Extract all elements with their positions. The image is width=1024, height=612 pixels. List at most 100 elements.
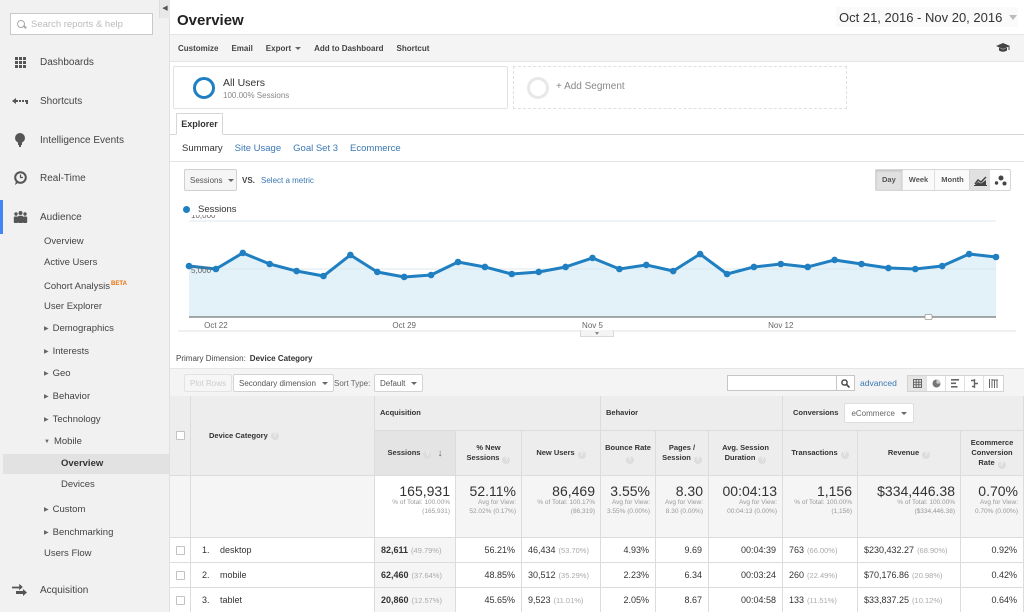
secondary-dimension-select[interactable]: Secondary dimension	[233, 374, 334, 392]
help-icon[interactable]: ?	[577, 450, 586, 459]
row-dimension-link[interactable]: tablet	[220, 595, 242, 605]
sidebar-subitem-mobile[interactable]: ▼ Mobile	[44, 435, 82, 449]
period-month-button[interactable]: Month	[935, 170, 970, 190]
column-header-label: Revenue?	[888, 448, 931, 459]
metric-select[interactable]: Sessions	[184, 169, 237, 191]
customize-button[interactable]: Customize	[178, 44, 218, 53]
sort-type-select[interactable]: Default	[374, 374, 424, 392]
select-metric-link[interactable]: Select a metric	[261, 176, 314, 185]
col-new-sessions-header[interactable]: % New Sessions?	[456, 431, 522, 476]
sidebar-subitem-user-explorer[interactable]: User Explorer	[44, 300, 102, 314]
lightbulb-icon	[0, 133, 40, 147]
help-icon[interactable]: ?	[758, 455, 767, 464]
col-bounce-rate-header[interactable]: Bounce Rate?	[601, 431, 656, 476]
add-to-dashboard-button[interactable]: Add to Dashboard	[314, 44, 383, 53]
help-icon[interactable]: ?	[922, 450, 931, 459]
table-search-input[interactable]	[728, 376, 836, 390]
sidebar-subitem-technology[interactable]: ▶ Technology	[44, 413, 101, 427]
sidebar-item-real-time[interactable]: Real-Time	[0, 167, 170, 189]
totals-cell	[170, 476, 191, 538]
sidebar-subitem-active-users[interactable]: Active Users	[44, 256, 97, 270]
shortcut-button[interactable]: Shortcut	[396, 44, 429, 53]
col-transactions-header[interactable]: Transactions?	[783, 431, 858, 476]
help-icon[interactable]: ?	[693, 455, 702, 464]
search-reports-input[interactable]	[31, 18, 146, 30]
pie-view-icon[interactable]	[927, 376, 946, 391]
totals-cell	[191, 476, 375, 538]
subitem-label: Active Users	[44, 257, 98, 268]
sidebar-item-acquisition[interactable]: Acquisition	[0, 579, 170, 601]
col-sessions-cell: 82,611 (49.79%)	[375, 538, 456, 563]
col-avg-session-duration-header[interactable]: Avg. Session Duration?	[709, 431, 783, 476]
col-sessions-header[interactable]: Sessions? ↓	[375, 431, 456, 476]
add-segment-button[interactable]: + Add Segment	[513, 66, 847, 109]
sidebar-item-audience[interactable]: Audience	[0, 200, 170, 234]
line-chart-icon[interactable]	[970, 170, 990, 190]
date-range-picker[interactable]: Oct 21, 2016 - Nov 20, 2016	[836, 7, 1018, 27]
help-icon[interactable]: ?	[423, 450, 432, 459]
performance-view-icon[interactable]	[946, 376, 965, 391]
sidebar-subitem-mobile-overview[interactable]: Overview	[61, 457, 103, 471]
advanced-filter-link[interactable]: advanced	[860, 378, 897, 388]
sidebar-subitem-mobile-devices[interactable]: Devices	[61, 478, 95, 492]
subtab-site-usage[interactable]: Site Usage	[235, 143, 281, 154]
search-icon[interactable]	[836, 376, 854, 390]
sidebar-subitem-custom[interactable]: ▶ Custom	[44, 503, 85, 517]
chart-resize-handle[interactable]	[580, 330, 614, 337]
sidebar-subitem-geo[interactable]: ▶ Geo	[44, 367, 71, 381]
pivot-view-icon[interactable]	[984, 376, 1003, 391]
plot-rows-button[interactable]: Plot Rows	[184, 374, 233, 392]
conversions-select[interactable]: eCommerce	[844, 403, 915, 423]
select-all-checkbox[interactable]	[175, 431, 185, 440]
sidebar-item-dashboards[interactable]: Dashboards	[0, 51, 170, 73]
help-icon[interactable]: ?	[270, 431, 279, 440]
data-point-nov-5	[589, 254, 596, 262]
help-icon[interactable]: ?	[625, 455, 634, 464]
subtab-summary[interactable]: Summary	[182, 143, 223, 154]
tab-explorer[interactable]: Explorer	[176, 113, 223, 135]
col-revenue-header[interactable]: Revenue?	[858, 431, 961, 476]
row-dimension-link[interactable]: desktop	[220, 545, 252, 555]
row-checkbox[interactable]	[175, 570, 185, 580]
sidebar-item-intelligence-events[interactable]: Intelligence Events	[0, 129, 170, 151]
segment-all-users[interactable]: All Users 100.00% Sessions	[173, 66, 508, 109]
primary-dimension-value[interactable]: Device Category	[250, 354, 313, 363]
sidebar-subitem-behavior[interactable]: ▶ Behavior	[44, 390, 90, 404]
row-checkbox[interactable]	[175, 595, 185, 605]
sidebar-subitem-cohort-analysis[interactable]: Cohort AnalysisBETA	[44, 277, 127, 292]
table-row[interactable]: 2. mobile 62,460 (37.64%) 48.85% 30,512 (35.29…	[170, 563, 1024, 588]
sidebar-subitem-overview[interactable]: Overview	[44, 235, 84, 249]
export-button[interactable]: Export	[266, 44, 302, 53]
help-icon[interactable]: ?	[502, 455, 511, 464]
col-new-users-header[interactable]: New Users?	[522, 431, 601, 476]
sidebar-subitem-benchmarking[interactable]: ▶ Benchmarking	[44, 526, 113, 540]
email-button[interactable]: Email	[231, 44, 252, 53]
col-pages-session-header[interactable]: Pages / Session?	[656, 431, 709, 476]
period-week-button[interactable]: Week	[903, 170, 936, 190]
subtab-ecommerce[interactable]: Ecommerce	[350, 143, 401, 154]
data-point-nov-15	[858, 260, 865, 268]
table-row[interactable]: 1. desktop 82,611 (49.79%) 56.21% 46,434 (53.7…	[170, 538, 1024, 563]
help-icon[interactable]: ?	[840, 450, 849, 459]
row-checkbox[interactable]	[175, 545, 185, 555]
comparison-view-icon[interactable]	[965, 376, 984, 391]
dimension-header[interactable]: Device Category?	[191, 396, 375, 476]
help-icon[interactable]: ?	[997, 460, 1006, 469]
sidebar-subitem-demographics[interactable]: ▶ Demographics	[44, 322, 114, 336]
subtab-goal-set-3[interactable]: Goal Set 3	[293, 143, 338, 154]
search-reports-box[interactable]	[10, 13, 153, 35]
table-view-icon[interactable]	[908, 376, 927, 391]
motion-chart-icon[interactable]	[990, 170, 1010, 190]
subitem-label: Benchmarking	[52, 527, 114, 538]
chevron-down-icon	[228, 178, 235, 182]
collapse-sidebar-button[interactable]: ◀	[159, 0, 170, 18]
sidebar-subitem-interests[interactable]: ▶ Interests	[44, 345, 89, 359]
col-ecommerce-conversion-rate-header[interactable]: Ecommerce Conversion Rate?	[961, 431, 1024, 476]
sidebar-item-shortcuts[interactable]: Shortcuts	[0, 90, 170, 112]
period-day-button[interactable]: Day	[876, 170, 903, 190]
table-row[interactable]: 3. tablet 20,860 (12.57%) 45.65% 9,523 (11.01%…	[170, 588, 1024, 612]
data-point-oct-26	[320, 272, 327, 280]
sidebar-subitem-users-flow[interactable]: Users Flow	[44, 547, 92, 561]
graduation-cap-icon[interactable]	[996, 43, 1010, 53]
row-dimension-link[interactable]: mobile	[220, 570, 247, 580]
